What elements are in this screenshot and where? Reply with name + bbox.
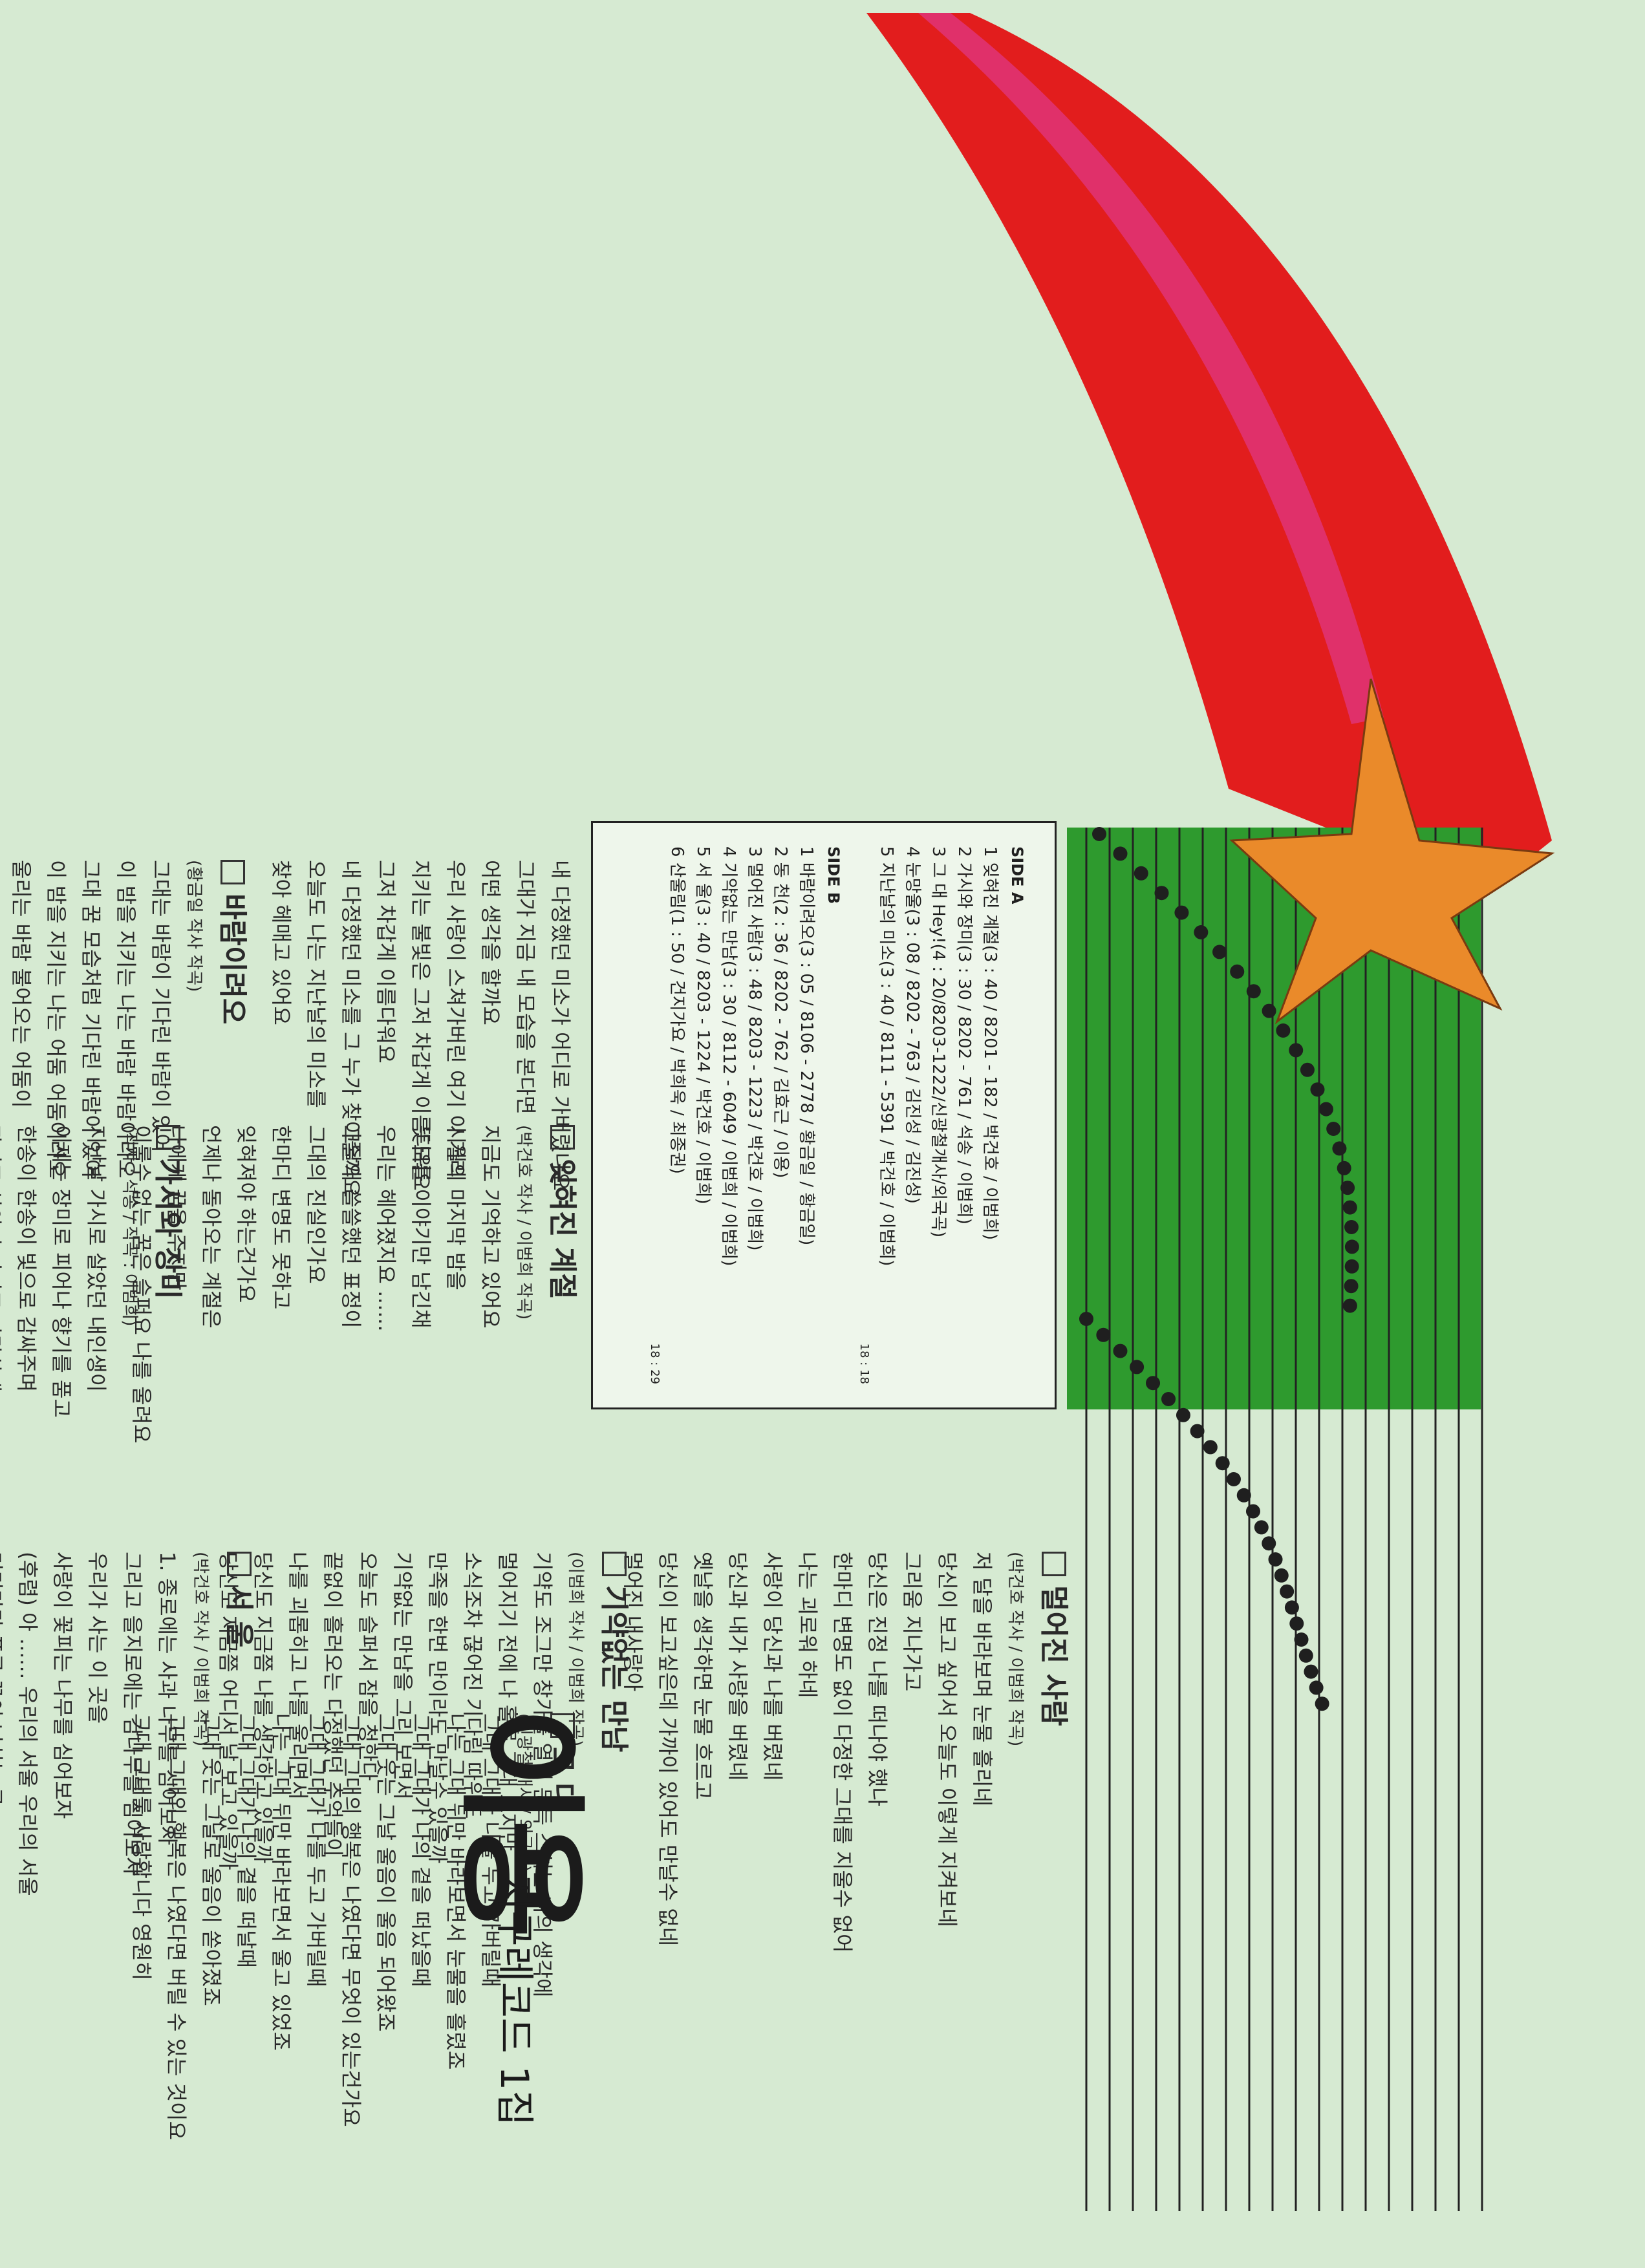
track-item: 2 가시와 장미(3 : 30 / 8202 - 761 / 석송 / 이범희) — [954, 846, 974, 1225]
lyric-line: 이 밤을 지키는 나는 어둠 어둠이라오 — [44, 860, 69, 1179]
lyric-line: 사랑이 당신과 나를 버렸네 — [760, 1552, 785, 1781]
lyrics-block: 서 울 (박건호 작사 / 이범희 작곡) 1. 종로에는 사과 나무를 심어보… — [0, 1552, 261, 2237]
lyric-line: 사랑이 꽃피는 나무를 심어보자 — [50, 1552, 75, 1819]
album-logo: 이용 지구레코드 1집 — [445, 1707, 596, 2126]
rotated-content: 잊혀진 계절 (박건호 작사 / 이범희 작곡) 지금도 기억하고 있어요 시월의… — [0, 0, 1645, 2268]
lyrics-block: 멀어진 사람 (박건호 작사 / 이범희 작곡) 저 달을 바라보며 눈물 흘리… — [616, 1552, 1076, 2237]
track-item: 2 동 천(2 : 36 / 8202 - 762 / 김효근 / 이용) — [771, 846, 790, 1179]
lyric-line: 오늘도 나는 지난날의 미소를 — [304, 860, 328, 1108]
track-item: 4 기약없는 만남(3 : 30 / 8112 - 6049 / 이범희 / 이… — [719, 846, 738, 1267]
lyric-line: 그리고 을지로에는 감나무를 심어보자 — [120, 1552, 145, 1876]
lyric-credit: (박건호 작사 / 이범희 작곡) — [1005, 1552, 1025, 1747]
lyric-line: 옛날을 생각하면 눈물 흐르고 — [691, 1552, 715, 1800]
track-item: 3 그 대 Hey!(4 : 20/8203-1222/신광철개사/외국곡) — [929, 846, 948, 1238]
lyric-line: 나를 괴롭히고 나를 울리면서 — [286, 1552, 310, 1800]
lyric-line: 내 다정했던 미소가 어디로 가버렸나요 — [548, 860, 573, 1191]
lyrics-block: 내 다정했던 미소가 어디로 가버렸나요 그대가 지금 내 모습을 본다면 어떤 생… — [264, 860, 578, 1442]
lyric-line: 나와서 고독한 나는 외롭고 — [0, 860, 4, 1442]
track-item: 1 잊혀진 계절(3 : 40 / 8201 - 182 / 박건호 / 이범희… — [980, 846, 1000, 1240]
track-item: 5 지난날의 미소(3 : 40 / 8111 - 5391 / 박건호 / 이… — [877, 846, 896, 1267]
lyric-line: (후렴) 아 …… 우리의 서울 우리의 서울 — [16, 1552, 40, 1896]
side-b-tracks: 1 바람이려오(3 : 05 / 8106 - 2778 / 황금일 / 황금일… — [664, 846, 819, 1384]
side-a-tracks: 1 잊혀진 계절(3 : 40 / 8201 - 182 / 박건호 / 이범희… — [874, 846, 1003, 1384]
lyric-line: 1. 종로에는 사과 나무를 심어보자 — [155, 1552, 180, 1845]
track-item: 5 서 울(3 : 40 / 8203 - 1224 / 박건호 / 이범희) — [693, 846, 713, 1204]
track-item: 1 바람이려오(3 : 05 / 8106 - 2778 / 황금일 / 황금일… — [797, 846, 816, 1246]
track-item: 4 눈망울(3 : 08 / 8202 - 763 / 김진성 / 김진성) — [903, 846, 922, 1204]
lyric-line: 우리 사랑이 스쳐가버린 여기 이 거리 — [444, 860, 468, 1179]
lyric-lines: 내 다정했던 미소가 어디로 가버렸나요 그대가 지금 내 모습을 본다면 어떤 생… — [264, 860, 578, 1442]
lyric-line: 당신은 진정 나를 떠나야 했나 — [865, 1552, 890, 1806]
lyric-lines: 저 달을 바라보며 눈물 흘리네 당신이 보고 싶어서 오늘도 이렇게 지켜보네 그… — [616, 1552, 1000, 2237]
lyric-title: 기약없는 만남 — [597, 1585, 630, 1753]
checkbox-icon — [1042, 1552, 1066, 1576]
lyric-line: 거리마다 푸른 꿈이 넘치는 곳 — [0, 1552, 5, 1806]
lyric-line: 저 달을 바라보며 눈물 흘리네 — [970, 1552, 995, 1806]
lyric-line: 당신과 내가 사랑을 버렸네 — [726, 1552, 750, 1781]
lyric-line: 오늘도 슬퍼서 잠을 청한다 — [356, 1552, 380, 1781]
lyric-line: 당신이 보고 싶어서 오늘도 이렇게 지켜보네 — [935, 1552, 960, 1927]
lyric-title: 서 울 — [222, 1585, 255, 1648]
checkbox-icon — [220, 860, 245, 884]
tracklist-box: SIDE A 1 잊혀진 계절(3 : 40 / 8201 - 182 / 박건… — [591, 821, 1057, 1409]
lyric-credit: (박건호 작사 / 이범희 작곡) — [191, 1552, 210, 1747]
track-item: 6 산울림(1 : 50 / 건지가요 / 박희욱 / 최종권) — [667, 846, 687, 1174]
lyric-line: 이 밤을 지키는 나는 바람 바람이라오 — [114, 860, 138, 1179]
side-b-time: 18 : 29 — [648, 1343, 661, 1384]
lyric-line: 끝없이 흘러오는 다정했던 추억들이 — [321, 1552, 345, 1857]
lyric-line: 기약없는 만남을 그리 보면서 — [391, 1552, 415, 1800]
lyrics-block: 바람이려오 (황금일 작사 작곡) 그대는 바람이 기다린 바람이 있어 이 밤을… — [0, 860, 255, 1442]
lyric-lines: 그대는 바람이 기다린 바람이 있어 이 밤을 지키는 나는 바람 바람이라오 그대… — [0, 860, 178, 1442]
lyric-credit: (황금일 작사 작곡) — [184, 860, 204, 992]
lyric-line: 당신이 보고싶은데 가까이 있어도 만날수 없네 — [656, 1552, 680, 1947]
lyric-title: 바람이려오 — [216, 893, 249, 1025]
lyric-line: 지키는 불빛은 그저 차갑게 이름다워요 — [409, 860, 433, 1191]
album-sleeve: 잊혀진 계절 (박건호 작사 / 이범희 작곡) 지금도 기억하고 있어요 시월의… — [0, 0, 1645, 2268]
lyric-title: 멀어진 사람 — [1037, 1585, 1070, 1726]
lyric-lines: 1. 종로에는 사과 나무를 심어보자 그리고 을지로에는 감나무를 심어보자 우리… — [0, 1552, 185, 2237]
lyric-line: 그대 꿈 모습처럼 기다린 바람이 있어 — [79, 860, 103, 1179]
lyric-line: 어떤 생각을 할까요 — [478, 860, 503, 1025]
lyric-line: 한마디 변명도 없이 다정한 그대를 지울수 없어 — [830, 1552, 855, 1953]
lyric-line: 우리가 사는 이 곳을 — [85, 1552, 110, 1724]
lyric-line: 그대가 지금 내 모습을 본다면 — [513, 860, 538, 1115]
side-b-label: SIDE B — [824, 846, 843, 904]
checkbox-icon — [227, 1552, 252, 1576]
lyric-line: 울리는 바람 불어오는 어둠이 — [9, 860, 34, 1108]
lyric-line: 그대는 바람이 기다린 바람이 있어 — [149, 860, 173, 1153]
lyric-line: 나는 괴로워 하네 — [795, 1552, 820, 1698]
lyric-line: 내 다정했던 미소를 그 누가 찾아줄까요 — [339, 860, 363, 1197]
lyric-line: 그저 차갑게 이름다워요 — [374, 860, 398, 1064]
track-item: 3 멀어진 사람(3 : 48 / 8203 - 1223 / 박건호 / 이범… — [745, 846, 764, 1251]
checkbox-icon — [602, 1552, 627, 1576]
lyric-line: 그리움 지나가고 — [900, 1552, 925, 1692]
side-a-time: 18 : 18 — [857, 1343, 871, 1384]
logo-subtitle: 지구레코드 1집 — [491, 1875, 537, 2126]
side-a-label: SIDE A — [1008, 846, 1026, 904]
lyric-line: 찾아 헤매고 있어요 — [269, 860, 294, 1025]
